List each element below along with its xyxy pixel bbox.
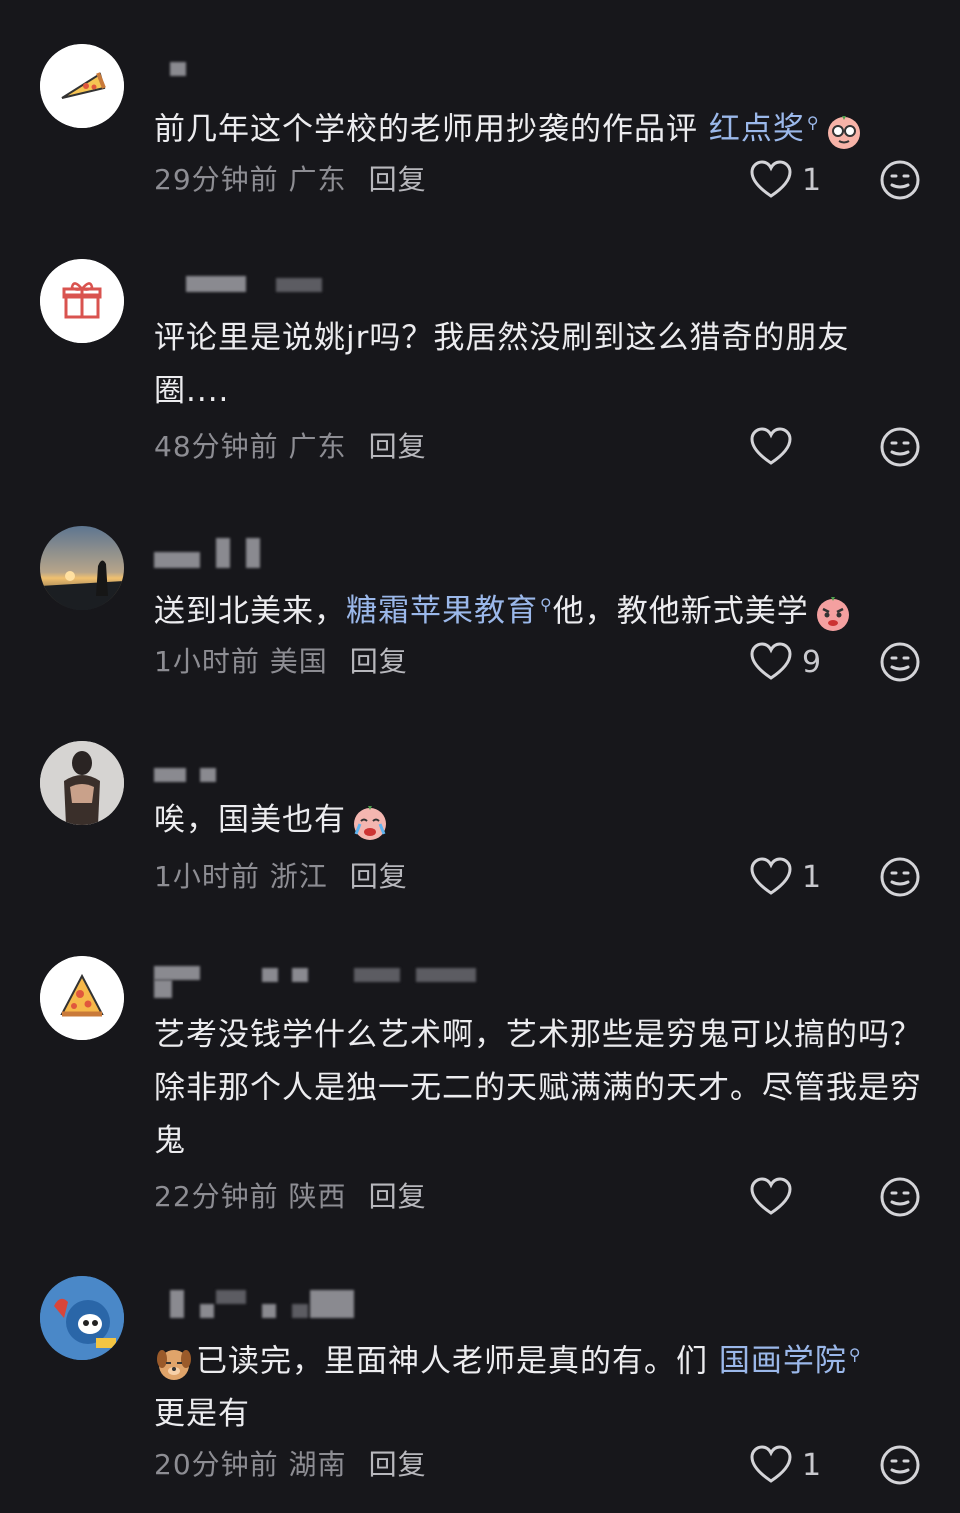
like-count: 1 [802,162,822,198]
like-button[interactable]: 1 [750,158,840,202]
comment-text: 评论里是说姚jr吗？我居然没刷到这么猎奇的朋友圈.... [154,320,850,409]
angry-face-emoji [813,593,853,633]
avatar[interactable] [40,526,124,610]
like-count: 1 [802,859,822,895]
smiley-icon [880,1177,920,1217]
emoji-react-button[interactable] [879,159,921,201]
cartoon-avatar-icon [40,1276,124,1360]
heart-icon [750,642,792,680]
search-icon: ⚲ [540,595,553,614]
avatar[interactable] [40,259,124,343]
smiley-icon [880,1445,920,1485]
emoji-react-button[interactable] [879,1444,921,1486]
keyword-link[interactable]: 糖霜苹果教育 ⚲ [346,593,553,629]
emoji-react-button[interactable] [879,641,921,683]
smiley-icon [880,642,920,682]
comment-meta: 22分钟前 陕西 回复 [154,1180,427,1213]
avatar[interactable] [40,44,124,128]
dog-emoji [154,1343,194,1383]
keyword-link[interactable]: 红点奖 ⚲ [709,111,820,147]
keyword-link[interactable]: 国画学院 ⚲ [719,1343,862,1379]
emoji-react-button[interactable] [879,1176,921,1218]
like-count: 1 [802,1447,822,1483]
like-button[interactable]: 1 [750,1443,840,1487]
comment-text: 已读完，里面神人老师是真的有。们 国画学院 ⚲ 更是有 [154,1343,862,1433]
emoji-react-button[interactable] [879,426,921,468]
portrait-photo-icon [40,741,124,825]
like-button[interactable]: 1 [750,855,840,899]
comment-meta: 1小时前 浙江 回复 [154,860,408,893]
avatar[interactable] [40,741,124,825]
search-icon: ⚲ [848,1345,862,1364]
heart-icon [750,1177,792,1215]
comment-text: 送到北美来，糖霜苹果教育 ⚲他，教他新式美学 [154,578,924,638]
comment-meta: 29分钟前 广东 回复 [154,163,427,196]
sunset-photo-icon [40,526,124,610]
comment-meta: 48分钟前 广东 回复 [154,430,427,463]
like-button[interactable] [750,425,840,469]
pizza-icon [40,956,124,1040]
reply-button[interactable]: 回复 [369,430,427,463]
like-button[interactable]: 9 [750,640,840,684]
crying-face-emoji [350,802,390,842]
heart-icon [750,427,792,465]
emoji-react-button[interactable] [879,856,921,898]
nerd-face-emoji [824,111,864,151]
smiley-icon [880,160,920,200]
pizza-icon [40,44,124,128]
reply-button[interactable]: 回复 [350,645,408,678]
reply-button[interactable]: 回复 [350,860,408,893]
avatar[interactable] [40,956,124,1040]
heart-icon [750,857,792,895]
smiley-icon [880,427,920,467]
comment-text: 唉，国美也有 [154,794,924,847]
reply-button[interactable]: 回复 [369,1448,427,1481]
comment-meta: 20分钟前 湖南 回复 [154,1448,427,1481]
comment-text: 艺考没钱学什么艺术啊，艺术那些是穷鬼可以搞的吗？除非那个人是独一无二的天赋满满的… [154,1017,922,1159]
reply-button[interactable]: 回复 [369,1180,427,1213]
heart-icon [750,160,792,198]
like-count: 9 [802,644,822,680]
comment-text: 前几年这个学校的老师用抄袭的作品评 红点奖 ⚲ [154,96,924,156]
reply-button[interactable]: 回复 [369,163,427,196]
search-icon: ⚲ [806,113,820,132]
heart-icon [750,1445,792,1483]
avatar[interactable] [40,1276,124,1360]
gift-icon [40,259,124,343]
like-button[interactable] [750,1175,840,1219]
comment-feed: 前几年这个学校的老师用抄袭的作品评 红点奖 ⚲ 29分钟前 广东 回复 1 评论… [0,0,960,1513]
smiley-icon [880,857,920,897]
comment-meta: 1小时前 美国 回复 [154,645,408,678]
